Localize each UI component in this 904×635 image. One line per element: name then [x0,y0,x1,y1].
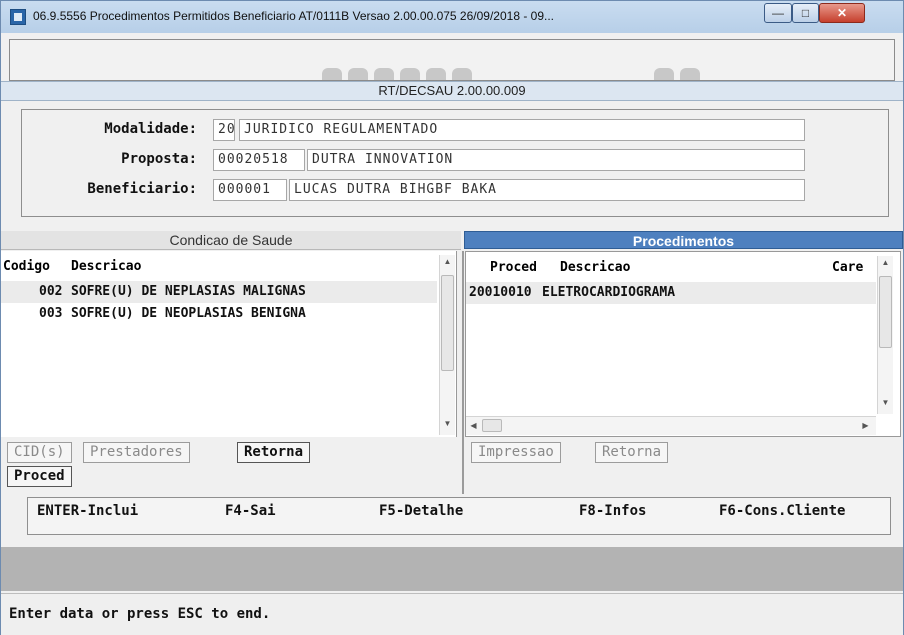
toolbar-icon[interactable] [680,68,700,80]
toolbar-icon[interactable] [654,68,674,80]
cid-button[interactable]: CID(s) [7,442,72,463]
panel-divider [462,251,464,494]
toolbar-icon[interactable] [452,68,472,80]
procedimentos-panel-title: Procedimentos [464,231,903,249]
window-title: 06.9.5556 Procedimentos Permitidos Benef… [33,9,555,23]
toolbar-icon[interactable] [426,68,446,80]
scroll-left-icon[interactable]: ◀ [466,421,481,430]
fkey-f6-cons-cliente[interactable]: F6-Cons.Cliente [719,503,845,519]
column-header-descricao: Descricao [560,260,631,275]
minimize-button[interactable]: — [764,3,792,23]
empty-gray-area [1,547,903,591]
procedimentos-vscrollbar[interactable]: ▲ ▼ [877,256,893,414]
retorna-button-right[interactable]: Retorna [595,442,669,463]
column-header-care: Care [832,260,864,275]
condicao-panel-title: Condicao de Saude [1,231,461,250]
toolbar [9,39,895,81]
status-bar: Enter data or press ESC to end. [1,593,903,635]
close-button[interactable]: ✕ [819,3,865,23]
row-desc: ELETROCARDIOGRAMA [542,285,676,300]
fkey-f8-infos[interactable]: F8-Infos [579,503,646,519]
beneficiario-code-field[interactable]: 000001 [213,179,287,201]
toolbar-icon[interactable] [348,68,368,80]
scroll-up-icon[interactable]: ▲ [878,258,893,267]
fkey-f5-detalhe[interactable]: F5-Detalhe [379,503,463,519]
hscroll-thumb[interactable] [482,419,502,432]
beneficiario-desc-field[interactable]: LUCAS DUTRA BIHGBF BAKA [289,179,805,201]
table-row[interactable]: 002 SOFRE(U) DE NEPLASIAS MALIGNAS [1,281,437,303]
row-desc: SOFRE(U) DE NEPLASIAS MALIGNAS [71,284,306,299]
toolbar-icon[interactable] [374,68,394,80]
fkey-f4-sai[interactable]: F4-Sai [225,503,276,519]
prestadores-button[interactable]: Prestadores [83,442,190,463]
condicao-scrollbar[interactable]: ▲ ▼ [439,255,455,435]
column-header-descricao: Descricao [71,259,142,274]
row-desc: SOFRE(U) DE NEOPLASIAS BENIGNA [71,306,306,321]
scroll-up-icon[interactable]: ▲ [440,257,455,266]
table-row[interactable]: 20010010 ELETROCARDIOGRAMA [466,282,876,304]
program-header: RT/DECSAU 2.00.00.009 [1,81,903,101]
scroll-thumb[interactable] [879,276,892,348]
column-header-codigo: Codigo [3,259,50,274]
modalidade-code-field[interactable]: 20 [213,119,235,141]
impressao-button[interactable]: Impressao [471,442,561,463]
scroll-thumb[interactable] [441,275,454,371]
procedimentos-hscrollbar[interactable]: ◀ ▶ [466,416,876,435]
row-code: 002 [39,284,63,299]
scroll-down-icon[interactable]: ▼ [440,419,455,428]
modalidade-label: Modalidade: [104,121,197,137]
table-row[interactable]: 003 SOFRE(U) DE NEOPLASIAS BENIGNA [1,303,437,325]
proposta-label: Proposta: [121,151,197,167]
status-message: Enter data or press ESC to end. [9,606,271,622]
procedimentos-list[interactable]: Proced Descricao Care 20010010 ELETROCAR… [465,251,901,437]
proposta-desc-field[interactable]: DUTRA INNOVATION [307,149,805,171]
modalidade-desc-field[interactable]: JURIDICO REGULAMENTADO [239,119,805,141]
scroll-down-icon[interactable]: ▼ [878,398,893,407]
scroll-right-icon[interactable]: ▶ [858,421,873,430]
toolbar-icon[interactable] [322,68,342,80]
column-header-proced: Proced [490,260,537,275]
title-bar: 06.9.5556 Procedimentos Permitidos Benef… [1,1,903,33]
app-icon [10,9,26,25]
condicao-list[interactable]: Codigo Descricao 002 SOFRE(U) DE NEPLASI… [1,251,457,437]
toolbar-icon[interactable] [400,68,420,80]
proposta-code-field[interactable]: 00020518 [213,149,305,171]
maximize-button[interactable]: □ [792,3,819,23]
row-proced: 20010010 [469,285,532,300]
beneficiario-label: Beneficiario: [87,181,197,197]
retorna-button-left[interactable]: Retorna [237,442,311,463]
proced-button[interactable]: Proced [7,466,72,487]
fkey-enter-inclui[interactable]: ENTER-Inclui [37,503,138,519]
app-window: 06.9.5556 Procedimentos Permitidos Benef… [0,0,904,635]
row-code: 003 [39,306,63,321]
